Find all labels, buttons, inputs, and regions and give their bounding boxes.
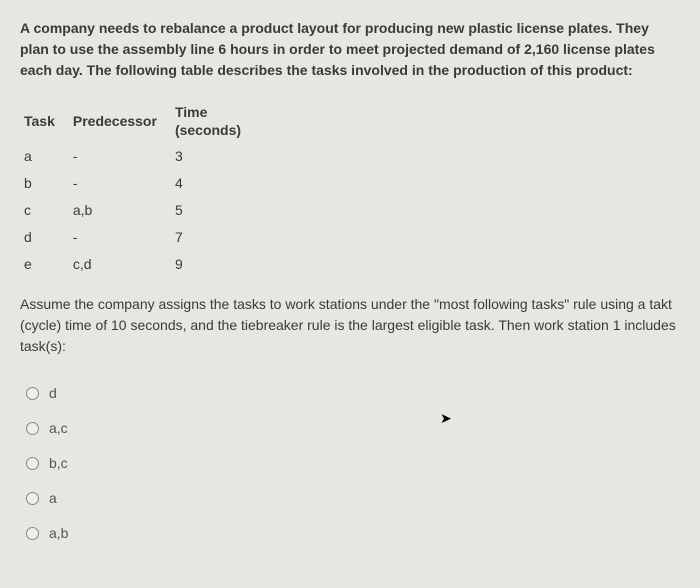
option-label: a,c — [49, 418, 68, 439]
header-predecessor: Predecessor — [73, 99, 175, 143]
radio-icon — [26, 527, 39, 540]
table-row: c a,b 5 — [24, 197, 259, 224]
option-label: b,c — [49, 453, 68, 474]
option-ab[interactable]: a,b — [26, 523, 680, 544]
question-instruction: Assume the company assigns the tasks to … — [20, 294, 680, 357]
header-time: Time (seconds) — [175, 99, 259, 143]
option-ac[interactable]: a,c — [26, 418, 680, 439]
table-row: b - 4 — [24, 170, 259, 197]
option-label: a,b — [49, 523, 68, 544]
option-bc[interactable]: b,c — [26, 453, 680, 474]
header-task: Task — [24, 99, 73, 143]
table-row: e c,d 9 — [24, 251, 259, 278]
radio-icon — [26, 387, 39, 400]
radio-icon — [26, 422, 39, 435]
option-label: a — [49, 488, 57, 509]
option-label: d — [49, 383, 57, 404]
option-d[interactable]: d — [26, 383, 680, 404]
table-row: d - 7 — [24, 224, 259, 251]
options-list: d a,c b,c a a,b — [26, 383, 680, 544]
radio-icon — [26, 492, 39, 505]
question-intro: A company needs to rebalance a product l… — [20, 18, 680, 81]
task-table: Task Predecessor Time (seconds) a - 3 b … — [24, 99, 259, 278]
table-row: a - 3 — [24, 143, 259, 170]
cursor-icon: ➤ — [440, 408, 452, 429]
radio-icon — [26, 457, 39, 470]
option-a[interactable]: a — [26, 488, 680, 509]
